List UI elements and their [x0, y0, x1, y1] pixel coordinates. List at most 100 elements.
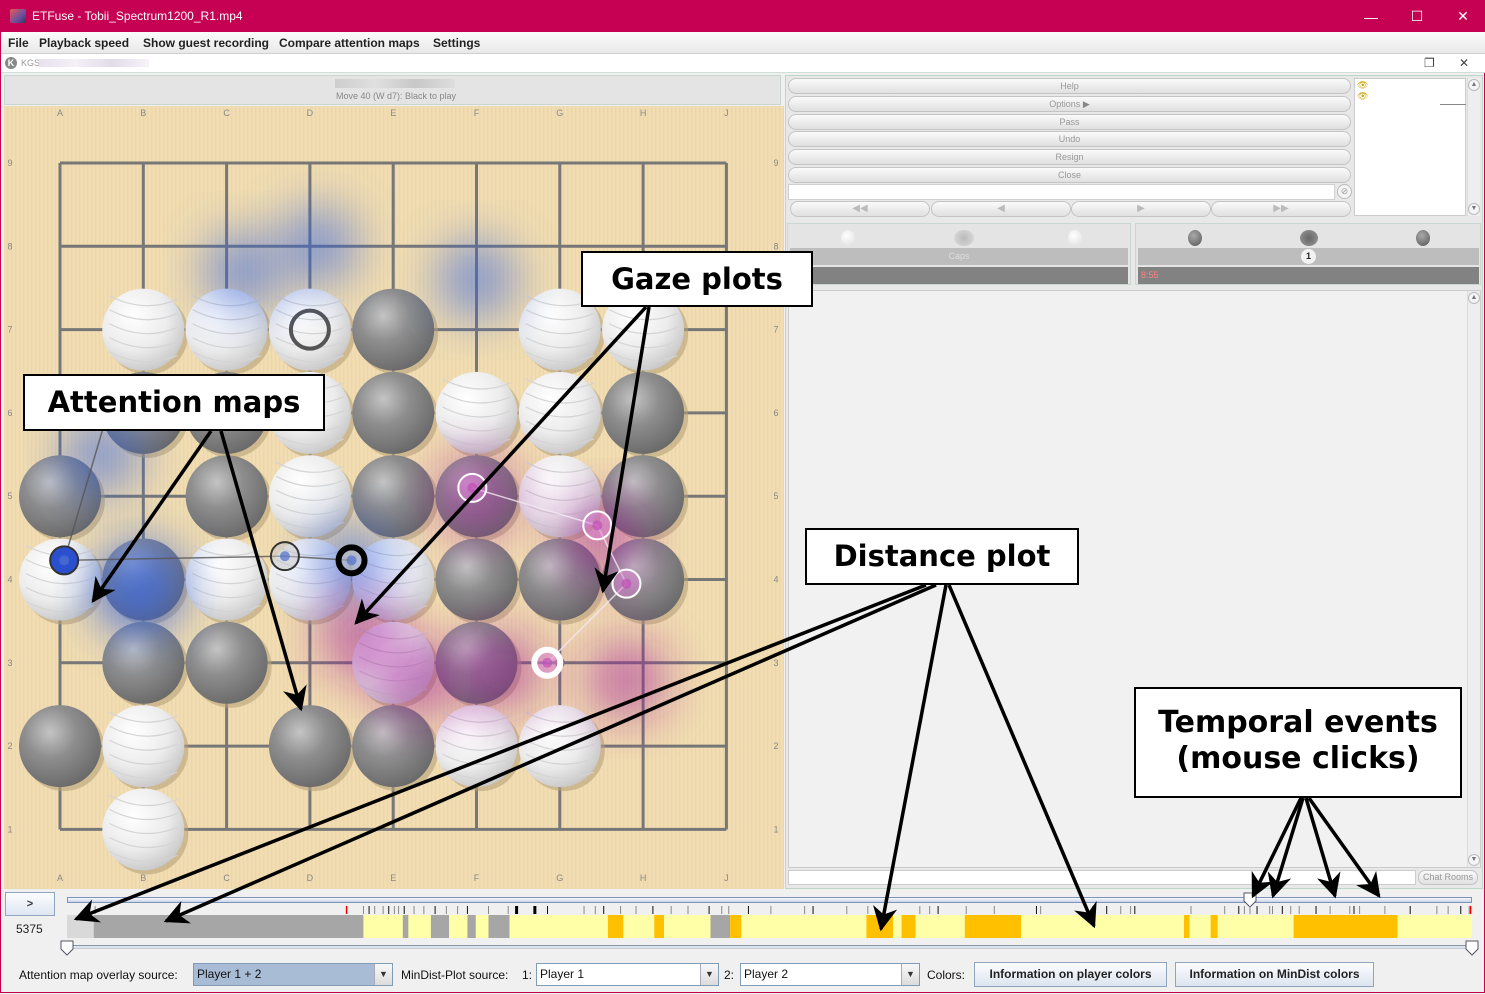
distance-segment-close[interactable]	[730, 915, 742, 938]
distance-segment-far[interactable]	[623, 915, 655, 938]
distance-segment-missing[interactable]	[402, 915, 409, 938]
observer-eye-icon: 👁	[1357, 91, 1369, 101]
column-label: H	[640, 873, 647, 883]
distance-segment-missing[interactable]	[488, 915, 510, 938]
close-game-button[interactable]: Close	[788, 167, 1351, 183]
distance-segment-close[interactable]	[1183, 915, 1190, 938]
go-board[interactable]: A A B B C C D D E E F F G G H H J J 9 9 8 8 7 7 6 6 5 5 4 4 3 3 2 2 1 1	[4, 106, 784, 889]
row-label: 9	[7, 158, 12, 168]
black-stone	[352, 371, 435, 454]
distance-segment-far[interactable]	[1217, 915, 1294, 938]
nav-prev-button[interactable]: ◀	[931, 201, 1071, 217]
scroll-down-icon[interactable]: ▼	[1468, 854, 1480, 866]
restore-frame-icon[interactable]: ❐	[1424, 56, 1435, 70]
range-slider[interactable]	[67, 945, 1472, 949]
menu-compare-attention-maps[interactable]: Compare attention maps	[279, 36, 420, 50]
player-colors-info-button[interactable]: Information on player colors	[974, 962, 1167, 987]
minimize-button[interactable]: —	[1348, 1, 1394, 32]
resign-button[interactable]: Resign	[788, 149, 1351, 165]
attention-source-value: Player 1 + 2	[197, 967, 262, 981]
mindist-source-2-value: Player 2	[744, 967, 789, 981]
distance-segment-missing[interactable]	[430, 915, 450, 938]
nav-first-button[interactable]: ◀◀	[790, 201, 930, 217]
distance-segment-none[interactable]	[67, 915, 94, 938]
distance-segment-far[interactable]	[1397, 915, 1472, 938]
distance-segment-far[interactable]	[915, 915, 965, 938]
window-title: ETFuse - Tobii_Spectrum1200_R1.mp4	[32, 9, 243, 23]
move-input[interactable]	[788, 184, 1335, 200]
range-start-thumb[interactable]	[60, 940, 74, 956]
chat-input[interactable]	[788, 870, 1416, 885]
column-label: J	[724, 873, 729, 883]
distance-segment-close[interactable]	[901, 915, 916, 938]
right-icon: ▶	[1137, 203, 1145, 214]
playback-slider[interactable]	[67, 897, 1472, 903]
distance-segment-far[interactable]	[449, 915, 468, 938]
distance-segment-close[interactable]	[1293, 915, 1398, 938]
maximize-button[interactable]: ☐	[1394, 1, 1440, 32]
scroll-down-icon[interactable]: ▼	[1468, 203, 1480, 215]
distance-segment-far[interactable]	[1020, 915, 1184, 938]
mindist-colors-info-button[interactable]: Information on MinDist colors	[1175, 962, 1374, 987]
help-button[interactable]: Help	[788, 78, 1351, 94]
mindist-source-1-dropdown[interactable]: Player 1 ▼	[536, 963, 719, 986]
range-end-thumb[interactable]	[1465, 940, 1479, 956]
distance-segment-missing[interactable]	[710, 915, 731, 938]
column-label: B	[140, 873, 146, 883]
scroll-up-icon[interactable]: ▲	[1468, 292, 1480, 304]
go-board-canvas[interactable]: A A B B C C D D E E F F G G H H J J 9 9 8 8 7 7 6 6 5 5 4 4 3 3 2 2 1 1	[4, 106, 784, 889]
menu-show-guest-recording[interactable]: Show guest recording	[143, 36, 269, 50]
distance-segment-far[interactable]	[475, 915, 489, 938]
play-button[interactable]: >	[5, 892, 55, 916]
distance-segment-close[interactable]	[964, 915, 1021, 938]
callout-temporal-events-line1: Temporal events	[1158, 705, 1438, 740]
chat-rooms-button[interactable]: Chat Rooms	[1418, 870, 1478, 885]
distance-segment-close[interactable]	[607, 915, 624, 938]
close-frame-icon[interactable]: ✕	[1459, 56, 1469, 70]
row-label: 4	[773, 575, 778, 585]
mindist-source-2-dropdown[interactable]: Player 2 ▼	[740, 963, 920, 986]
distance-plot[interactable]	[67, 915, 1472, 938]
click-event-tick-bold[interactable]	[515, 906, 519, 914]
distance-segment-far[interactable]	[893, 915, 902, 938]
nav-last-button[interactable]: ▶▶	[1211, 201, 1351, 217]
menu-settings[interactable]: Settings	[433, 36, 480, 50]
distance-segment-close[interactable]	[1210, 915, 1218, 938]
click-event-tick-bold[interactable]	[533, 906, 537, 914]
distance-segment-far[interactable]	[1189, 915, 1211, 938]
attention-map-blob	[94, 556, 175, 637]
distance-segment-missing[interactable]	[467, 915, 476, 938]
distance-segment-close[interactable]	[654, 915, 665, 938]
undo-button[interactable]: Undo	[788, 131, 1351, 147]
distance-segment-far[interactable]	[363, 915, 403, 938]
distance-segment-close[interactable]	[866, 915, 894, 938]
row-label: 7	[773, 325, 778, 335]
observer-list-scrollbar[interactable]: ▲ ▼	[1467, 78, 1480, 216]
distance-segment-far[interactable]	[509, 915, 608, 938]
column-label: A	[57, 873, 63, 883]
distance-segment-far[interactable]	[408, 915, 431, 938]
row-label: 3	[7, 658, 12, 668]
options-button[interactable]: Options ▶	[788, 96, 1351, 112]
captures-label: Caps	[790, 248, 1128, 265]
column-label: G	[556, 873, 563, 883]
distance-segment-far[interactable]	[664, 915, 711, 938]
compass-icon[interactable]: ⊘	[1337, 184, 1352, 199]
scroll-up-icon[interactable]: ▲	[1468, 79, 1480, 91]
menu-playback-speed[interactable]: Playback speed	[39, 36, 129, 50]
close-window-button[interactable]: ✕	[1440, 1, 1485, 32]
nav-next-button[interactable]: ▶	[1071, 201, 1211, 217]
chat-scrollbar[interactable]: ▲ ▼	[1467, 291, 1480, 867]
distance-segment-missing[interactable]	[93, 915, 364, 938]
observer-list[interactable]: 👁 👁	[1354, 78, 1466, 216]
callout-temporal-events: Temporal events (mouse clicks)	[1134, 687, 1462, 798]
distance-segment-far[interactable]	[741, 915, 867, 938]
chevron-down-icon: ▼	[901, 964, 919, 985]
callout-distance-plot: Distance plot	[805, 528, 1079, 585]
callout-gaze-plots: Gaze plots	[581, 251, 813, 307]
pass-button[interactable]: Pass	[788, 114, 1351, 130]
menu-file[interactable]: File	[8, 36, 29, 50]
attention-map-blob	[461, 631, 542, 712]
row-label: 1	[773, 824, 778, 834]
attention-source-dropdown[interactable]: Player 1 + 2 ▼	[193, 963, 393, 986]
